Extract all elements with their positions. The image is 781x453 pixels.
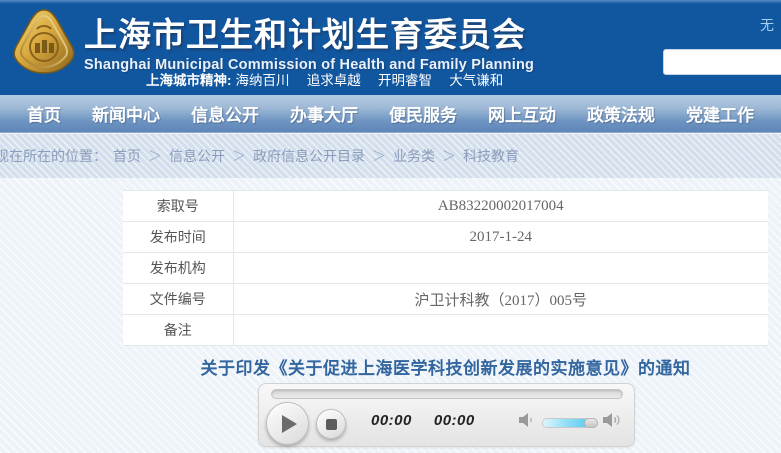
breadcrumb-separator: ＞	[232, 148, 246, 164]
row-label: 发布机构	[123, 253, 233, 284]
search-input[interactable]	[663, 49, 781, 75]
speaker-high-icon[interactable]	[601, 411, 623, 429]
nav-item-party-building[interactable]: 党建工作	[686, 101, 754, 126]
stop-icon	[326, 419, 337, 430]
audio-player: 00:00 00:00	[258, 383, 635, 447]
table-row: 备注	[123, 315, 768, 346]
row-value	[233, 315, 768, 346]
nav-item-news[interactable]: 新闻中心	[92, 101, 160, 126]
row-label: 索取号	[123, 191, 233, 222]
main-content: 索取号 AB83220002017004 发布时间 2017-1-24 发布机构…	[0, 178, 781, 453]
nav-item-public-service[interactable]: 便民服务	[389, 101, 457, 126]
row-value	[233, 253, 768, 284]
breadcrumb-separator: ＞	[372, 148, 386, 164]
article-title: 关于印发《关于促进上海医学科技创新发展的实施意见》的通知	[123, 354, 768, 379]
breadcrumb-business-category[interactable]: 业务类	[393, 148, 435, 164]
volume-slider[interactable]	[542, 418, 598, 428]
row-value: AB83220002017004	[233, 191, 768, 222]
stop-button[interactable]	[316, 409, 346, 439]
table-row: 发布时间 2017-1-24	[123, 222, 768, 253]
speaker-low-icon[interactable]	[517, 411, 537, 429]
breadcrumb: 现在所在的位置： 首页 ＞ 信息公开 ＞ 政府信息公开目录 ＞ 业务类 ＞ 科技教育	[0, 134, 781, 178]
table-row: 索取号 AB83220002017004	[123, 191, 768, 222]
site-header: 上海市卫生和计划生育委员会 Shanghai Municipal Commiss…	[0, 0, 781, 95]
breadcrumb-gov-info-catalog[interactable]: 政府信息公开目录	[253, 148, 365, 164]
row-value: 沪卫计科教（2017）005号	[233, 284, 768, 315]
volume-thumb[interactable]	[584, 418, 598, 428]
current-time: 00:00	[371, 412, 412, 429]
document-info-table: 索取号 AB83220002017004 发布时间 2017-1-24 发布机构…	[123, 190, 768, 346]
volume-fill	[543, 419, 587, 427]
nav-item-policies[interactable]: 政策法规	[587, 101, 655, 126]
site-title: 上海市卫生和计划生育委员会	[84, 8, 534, 56]
breadcrumb-separator: ＞	[442, 148, 456, 164]
play-button[interactable]	[266, 402, 309, 445]
breadcrumb-sci-tech-education[interactable]: 科技教育	[463, 148, 519, 164]
page: 上海市卫生和计划生育委员会 Shanghai Municipal Commiss…	[0, 0, 781, 453]
row-value: 2017-1-24	[233, 222, 768, 253]
breadcrumb-separator: ＞	[148, 148, 162, 164]
main-nav: 首页 新闻中心 信息公开 办事大厅 便民服务 网上互动 政策法规 党建工作	[0, 95, 781, 133]
commission-logo-icon	[11, 7, 77, 81]
nav-item-service-hall[interactable]: 办事大厅	[290, 101, 358, 126]
play-icon	[282, 415, 297, 433]
breadcrumb-location-label: 现在所在的位置：	[0, 148, 107, 164]
audio-progress-bar[interactable]	[271, 389, 623, 399]
nav-item-info-disclosure[interactable]: 信息公开	[191, 101, 259, 126]
city-spirit-label: 上海城市精神:	[146, 73, 232, 88]
table-row: 发布机构	[123, 253, 768, 284]
breadcrumb-home[interactable]: 首页	[113, 148, 141, 164]
city-spirit-values: 海纳百川 追求卓越 开明睿智 大气谦和	[236, 73, 504, 88]
row-label: 文件编号	[123, 284, 233, 315]
breadcrumb-info-disclosure[interactable]: 信息公开	[169, 148, 225, 164]
time-display: 00:00 00:00	[371, 412, 475, 429]
table-row: 文件编号 沪卫计科教（2017）005号	[123, 284, 768, 315]
total-time: 00:00	[434, 412, 475, 429]
row-label: 发布时间	[123, 222, 233, 253]
nav-item-home[interactable]: 首页	[27, 101, 61, 126]
city-spirit-line: 上海城市精神: 海纳百川 追求卓越 开明睿智 大气谦和	[146, 69, 503, 89]
row-label: 备注	[123, 315, 233, 346]
accessibility-link[interactable]: 无	[760, 15, 774, 35]
nav-item-online-interaction[interactable]: 网上互动	[488, 101, 556, 126]
site-title-block: 上海市卫生和计划生育委员会 Shanghai Municipal Commiss…	[84, 8, 534, 73]
